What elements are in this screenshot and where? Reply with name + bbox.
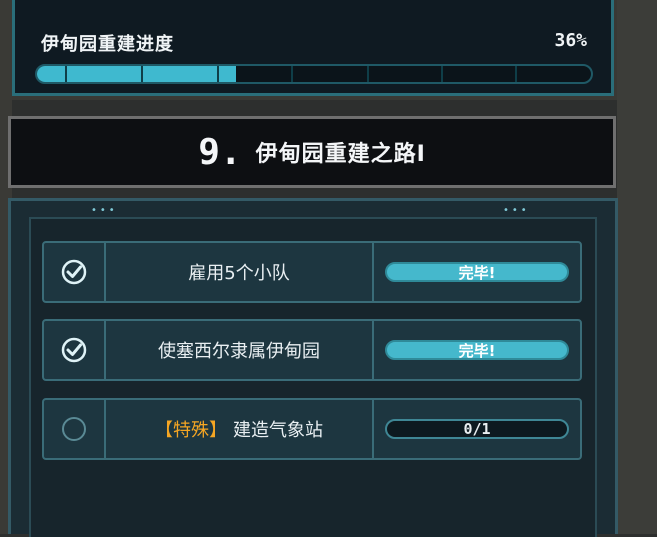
rebuild-progress-panel: 伊甸园重建进度 36% [12,0,614,96]
task-label: 【特殊】 建造气象站 [106,400,374,458]
chapter-title: 伊甸园重建之路I [255,142,426,167]
panel-dots-right: ••• [503,205,530,216]
task-status: 完毕! [374,243,580,301]
chapter-number: 9. [198,131,242,173]
task-row[interactable]: 使塞西尔隶属伊甸园 完毕! [42,319,582,381]
check-circle-icon [44,321,106,379]
task-status-text: 完毕! [458,263,496,282]
task-label-text: 雇用5个小队 [188,263,290,284]
progress-segment-divider [65,66,67,82]
task-row[interactable]: 【特殊】 建造气象站 0/1 [42,398,582,460]
task-label: 雇用5个小队 [106,243,374,301]
special-tag: 【特殊】 [155,420,227,441]
task-status-bar: 完毕! [385,340,569,360]
empty-circle-icon [44,400,106,458]
progress-segment-divider [217,66,219,82]
task-status-text: 0/1 [463,420,491,438]
progress-segment-divider [441,66,443,82]
task-label-text: 建造气象站 [233,420,323,441]
task-row[interactable]: 雇用5个小队 完毕! [42,241,582,303]
task-status-text: 完毕! [458,341,496,360]
chapter-title-bar: 9. 伊甸园重建之路I [8,116,616,188]
task-label: 使塞西尔隶属伊甸园 [106,321,374,379]
progress-title: 伊甸园重建进度 [41,34,174,55]
task-status: 0/1 [374,400,580,458]
task-label-text: 使塞西尔隶属伊甸园 [158,341,320,362]
panel-dots-left: ••• [91,205,118,216]
progress-percent: 36% [554,30,587,51]
task-status-bar: 完毕! [385,262,569,282]
progress-bar [35,64,593,84]
check-circle-icon [44,243,106,301]
task-status: 完毕! [374,321,580,379]
progress-segment-divider [141,66,143,82]
progress-segment-divider [367,66,369,82]
progress-segment-divider [515,66,517,82]
background-right [617,0,657,534]
task-status-bar: 0/1 [385,419,569,439]
progress-segment-divider [291,66,293,82]
